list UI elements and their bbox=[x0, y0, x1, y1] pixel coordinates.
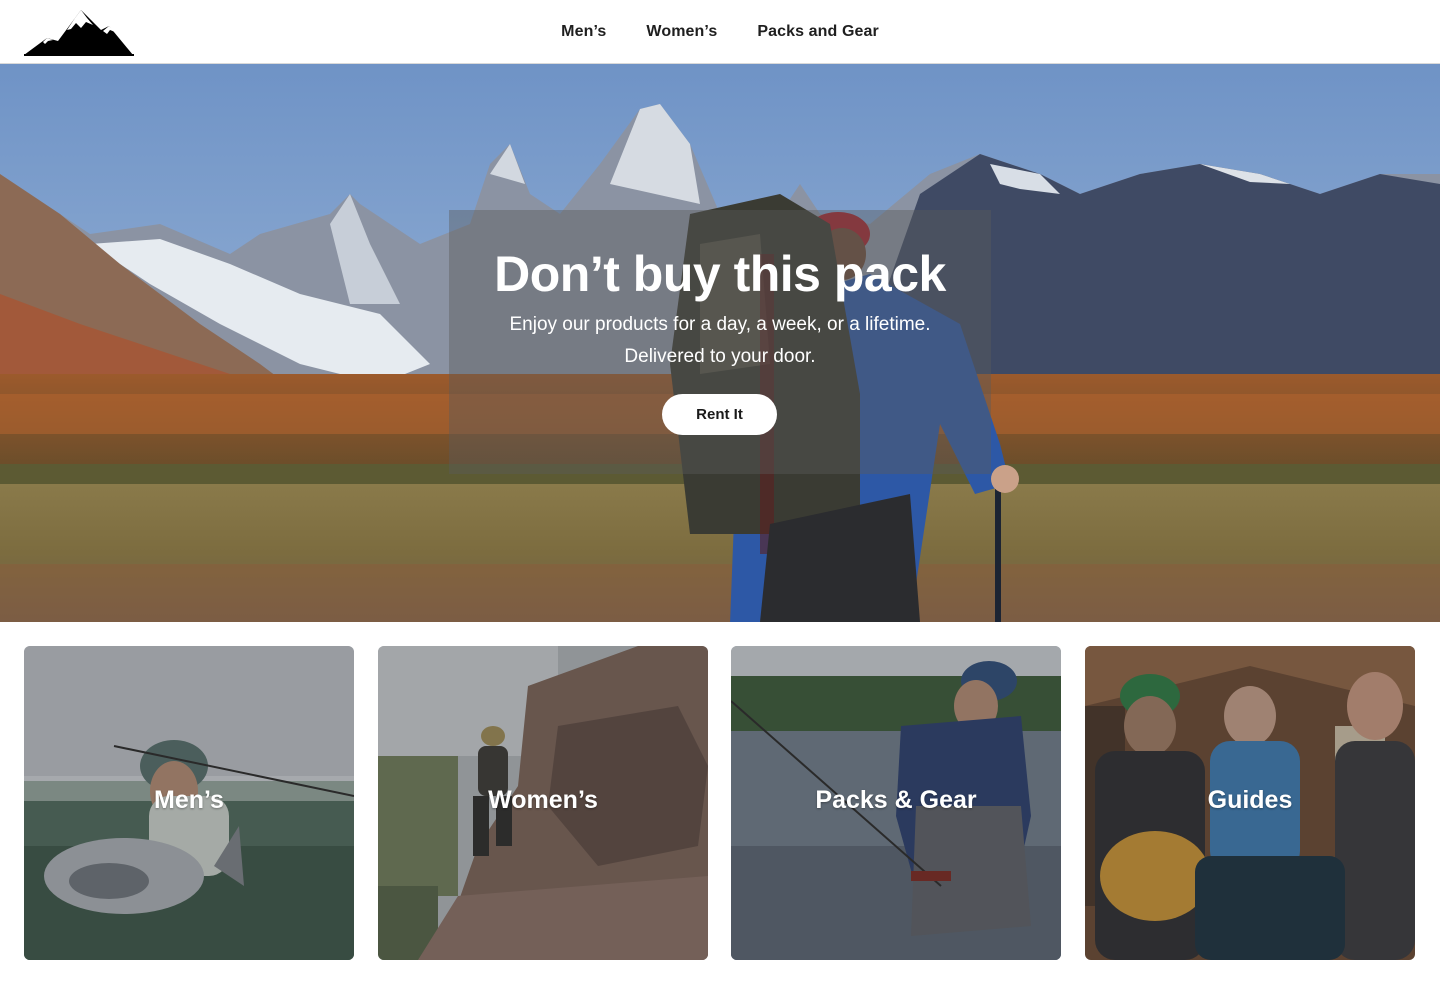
rent-it-button[interactable]: Rent It bbox=[662, 394, 777, 435]
nav-link-packs-and-gear[interactable]: Packs and Gear bbox=[737, 0, 898, 64]
hero-subtitle-line1: Enjoy our products for a day, a week, or… bbox=[509, 314, 931, 335]
nav-link-mens[interactable]: Men’s bbox=[541, 0, 626, 64]
category-label: Packs & Gear bbox=[815, 786, 977, 814]
main-nav: Men’s Women’s Packs and Gear bbox=[0, 0, 1440, 64]
hero-banner: Don’t buy this pack Enjoy our products f… bbox=[0, 64, 1440, 622]
hero-subtitle: Enjoy our products for a day, a week, or… bbox=[0, 309, 1440, 373]
category-label: Men’s bbox=[154, 786, 224, 814]
category-label: Women’s bbox=[488, 786, 598, 814]
category-card-womens[interactable]: Women’s bbox=[378, 646, 708, 960]
category-card-guides[interactable]: Guides bbox=[1085, 646, 1415, 960]
category-card-mens[interactable]: Men’s bbox=[24, 646, 354, 960]
nav-link-womens[interactable]: Women’s bbox=[626, 0, 737, 64]
category-card-packs-and-gear[interactable]: Packs & Gear bbox=[731, 646, 1061, 960]
hero-subtitle-line2: Delivered to your door. bbox=[624, 346, 816, 367]
site-header: Men’s Women’s Packs and Gear bbox=[0, 0, 1440, 64]
hero-title: Don’t buy this pack bbox=[494, 246, 946, 302]
category-label: Guides bbox=[1207, 786, 1293, 814]
